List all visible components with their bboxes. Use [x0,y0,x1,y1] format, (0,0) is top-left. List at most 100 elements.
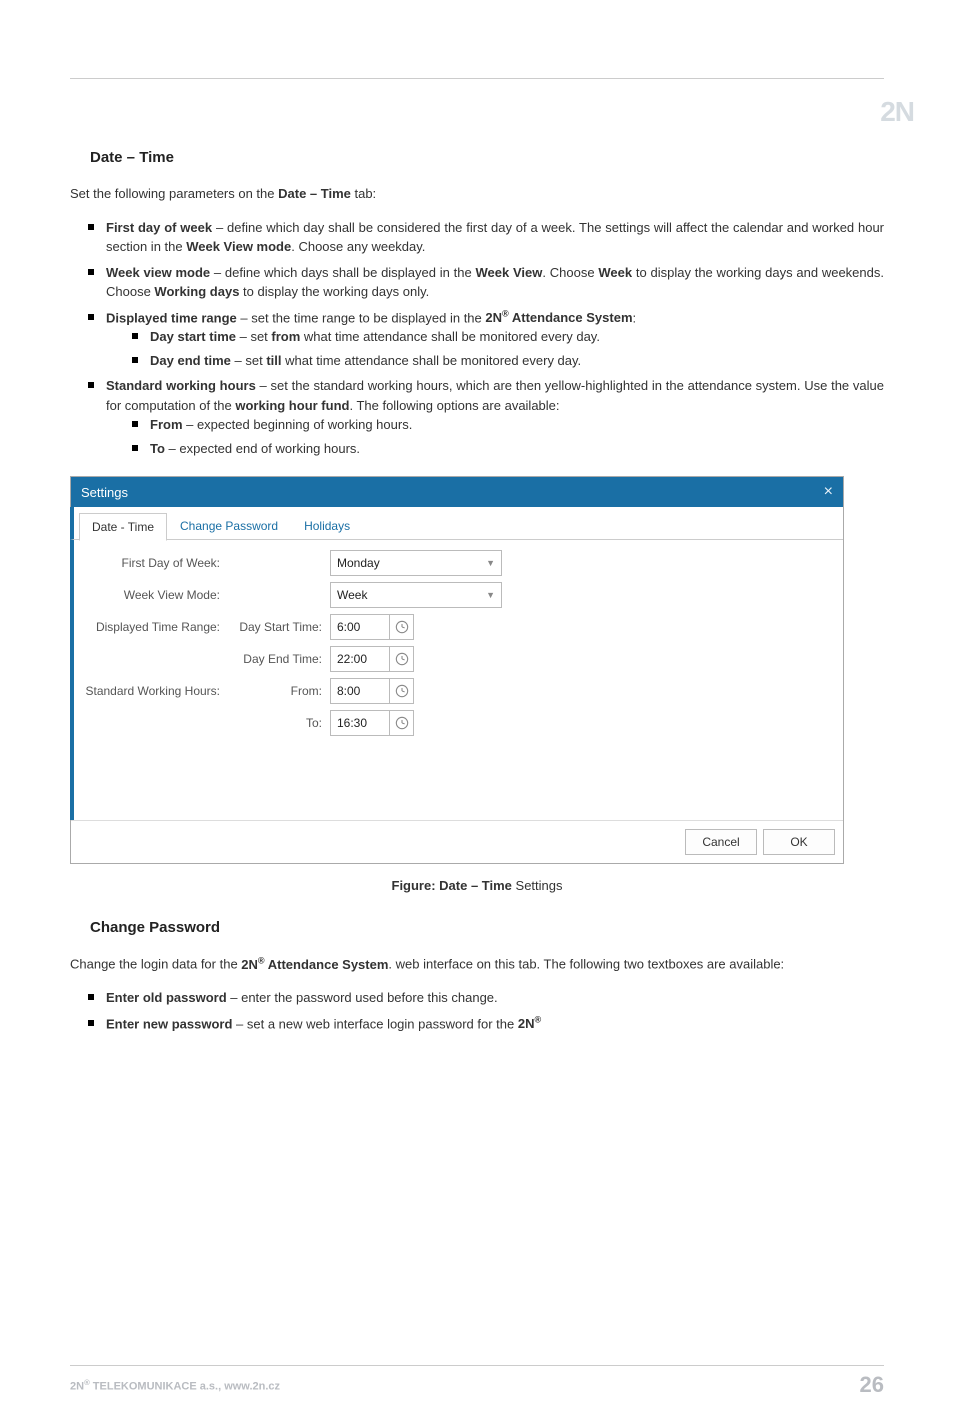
brand-logo: 2N [880,96,914,128]
text: – set [236,329,271,344]
text: what time attendance shall be monitored … [282,353,582,368]
sub-bullet-day-end: Day end time – set till what time attend… [150,351,884,371]
bold-text: Day start time [150,329,236,344]
dialog-button-row: Cancel OK [71,820,843,863]
footer-company: 2N® TELEKOMUNIKACE a.s., www.2n.cz [70,1378,280,1393]
row-swh-from: Standard Working Hours: From: 8:00 [82,676,835,706]
bullet-list-passwords: Enter old password – enter the password … [70,988,884,1033]
row-first-day: First Day of Week: Monday ▼ [82,548,835,578]
registered-mark: ® [258,955,265,965]
bullet-week-view: Week view mode – define which days shall… [106,263,884,302]
text: . web interface on this tab. The followi… [388,957,784,972]
bold-text: Enter new password [106,1016,232,1031]
close-icon[interactable]: × [824,483,833,501]
chevron-down-icon: ▼ [486,558,495,568]
label-week-view: Week View Mode: [82,588,230,602]
text: what time attendance shall be monitored … [300,329,600,344]
label-standard-working-hours: Standard Working Hours: [82,684,230,698]
day-end-input[interactable]: 22:00 [330,646,390,672]
to-input[interactable]: 16:30 [330,710,390,736]
bold-text: 2N® [518,1016,541,1031]
settings-dialog: Settings × Date - Time Change Password H… [70,476,844,864]
bullet-standard-working-hours: Standard working hours – set the standar… [106,376,884,458]
text: . Choose any weekday. [291,239,425,254]
label-day-end: Day End Time: [230,652,330,666]
bold-text: To [150,441,165,456]
tab-holidays[interactable]: Holidays [291,512,363,539]
text: Settings [512,878,563,893]
bullet-new-password: Enter new password – set a new web inter… [106,1014,884,1034]
bold-text: Day end time [150,353,231,368]
clock-icon[interactable] [390,614,414,640]
tab-change-password[interactable]: Change Password [167,512,291,539]
bullet-old-password: Enter old password – enter the password … [106,988,884,1008]
select-value: Monday [337,556,380,570]
row-swh-to: To: 16:30 [82,708,835,738]
text: : [633,310,637,325]
text: . The following options are available: [349,398,559,413]
bold-text: Week View mode [186,239,291,254]
section-change-password-heading: Change Password [90,919,884,936]
bold-text: working hour fund [235,398,349,413]
text: tab: [351,186,376,201]
section-date-time-heading: Date – Time [90,149,884,166]
bullet-displayed-time-range: Displayed time range – set the time rang… [106,308,884,371]
clock-icon[interactable] [390,646,414,672]
text: Set the following parameters on the [70,186,278,201]
bullet-first-day: First day of week – define which day sha… [106,218,884,257]
text: – enter the password used before this ch… [227,990,498,1005]
row-day-end: Day End Time: 22:00 [82,644,835,674]
bold-text: till [266,353,281,368]
bold-text: Date – Time [278,186,351,201]
week-view-select[interactable]: Week ▼ [330,582,502,608]
bold-text: From [150,417,183,432]
form-area: First Day of Week: Monday ▼ Week View Mo… [70,540,843,820]
figure-caption: Figure: Date – Time Settings [70,878,884,893]
label-first-day: First Day of Week: [82,556,230,570]
registered-mark: ® [502,309,509,319]
sub-bullet-list: From – expected beginning of working hou… [106,415,884,458]
text: – set [231,353,266,368]
ok-button[interactable]: OK [763,829,835,855]
bold-text: Working days [154,284,239,299]
text: – set a new web interface login password… [232,1016,517,1031]
bold-text: Displayed time range [106,310,237,325]
tab-strip: Date - Time Change Password Holidays [70,507,843,540]
first-day-select[interactable]: Monday ▼ [330,550,502,576]
change-password-intro: Change the login data for the 2N® Attend… [70,954,884,974]
bold-text: Week View [476,265,543,280]
clock-icon[interactable] [390,678,414,704]
clock-icon[interactable] [390,710,414,736]
dialog-title: Settings [81,485,128,500]
chevron-down-icon: ▼ [486,590,495,600]
label-to: To: [230,716,330,730]
bold-text: Week view mode [106,265,210,280]
cancel-button[interactable]: Cancel [685,829,757,855]
text: – expected beginning of working hours. [183,417,413,432]
sub-bullet-from: From – expected beginning of working hou… [150,415,884,435]
text: – define which days shall be displayed i… [210,265,475,280]
label-displayed-time-range: Displayed Time Range: [82,620,230,634]
label-day-start: Day Start Time: [230,620,330,634]
bold-text: from [271,329,300,344]
bold-text: First day of week [106,220,212,235]
bold-text: Standard working hours [106,378,256,393]
tab-date-time[interactable]: Date - Time [79,513,167,541]
sub-bullet-day-start: Day start time – set from what time atte… [150,327,884,347]
text: to display the working days only. [239,284,429,299]
page-footer: 2N® TELEKOMUNIKACE a.s., www.2n.cz 26 [70,1365,884,1398]
sub-bullet-to: To – expected end of working hours. [150,439,884,459]
bold-text: Figure: Date – Time [392,878,512,893]
page-content: Date – Time Set the following parameters… [70,79,884,1033]
intro-paragraph: Set the following parameters on the Date… [70,184,884,204]
row-week-view: Week View Mode: Week ▼ [82,580,835,610]
from-input[interactable]: 8:00 [330,678,390,704]
text: . Choose [542,265,598,280]
bold-text: 2N® Attendance System [241,957,388,972]
registered-mark: ® [534,1015,541,1025]
page-number: 26 [860,1372,884,1398]
day-start-input[interactable]: 6:00 [330,614,390,640]
text: Change the login data for the [70,957,241,972]
text: – expected end of working hours. [165,441,360,456]
label-from: From: [230,684,330,698]
